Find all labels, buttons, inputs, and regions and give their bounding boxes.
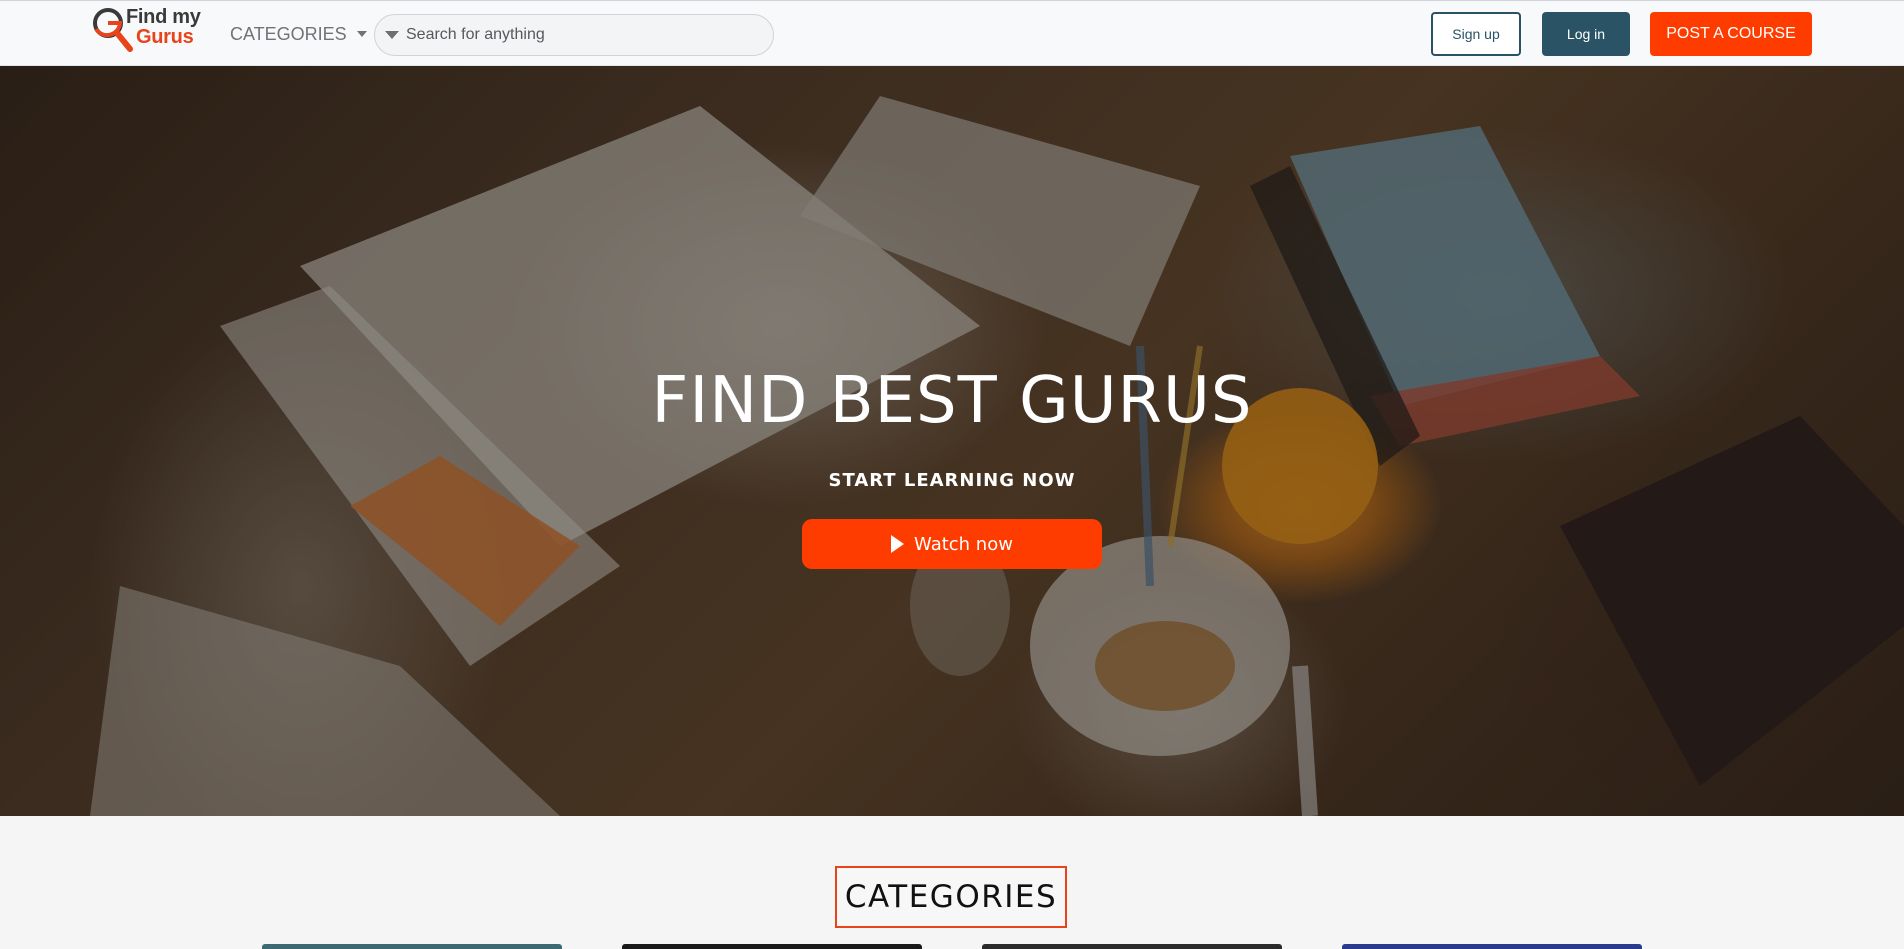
watch-now-button[interactable]: Watch now bbox=[802, 519, 1102, 569]
categories-dropdown[interactable]: CATEGORIES bbox=[230, 21, 367, 47]
search-bar bbox=[374, 14, 774, 56]
signup-button[interactable]: Sign up bbox=[1431, 12, 1521, 56]
caret-down-icon bbox=[356, 31, 367, 37]
search-input[interactable] bbox=[406, 26, 746, 44]
category-card[interactable] bbox=[622, 944, 922, 949]
hero-subtitle: START LEARNING NOW bbox=[828, 470, 1076, 491]
categories-heading: CATEGORIES bbox=[835, 866, 1067, 928]
hero-title: FIND BEST GURUS bbox=[651, 364, 1253, 438]
hero-dark-overlay bbox=[0, 66, 1904, 816]
logo-text-line2: Gurus bbox=[136, 26, 194, 48]
categories-dropdown-label: CATEGORIES bbox=[230, 23, 347, 44]
site-logo[interactable]: Find my Gurus bbox=[90, 5, 205, 61]
logo-wordmark: Find my Gurus bbox=[126, 7, 201, 47]
dropdown-triangle-icon[interactable] bbox=[385, 31, 399, 39]
top-navbar: Find my Gurus CATEGORIES Sign up Log in … bbox=[0, 0, 1904, 66]
hero-banner: FIND BEST GURUS START LEARNING NOW Watch… bbox=[0, 66, 1904, 816]
post-course-button[interactable]: POST A COURSE bbox=[1650, 12, 1812, 56]
play-icon bbox=[891, 535, 905, 553]
login-button[interactable]: Log in bbox=[1542, 12, 1630, 56]
logo-text-line1: Find my bbox=[126, 6, 201, 28]
category-card[interactable] bbox=[982, 944, 1282, 949]
category-card[interactable] bbox=[262, 944, 562, 949]
watch-now-label: Watch now bbox=[914, 533, 1013, 555]
category-card[interactable] bbox=[1342, 944, 1642, 949]
